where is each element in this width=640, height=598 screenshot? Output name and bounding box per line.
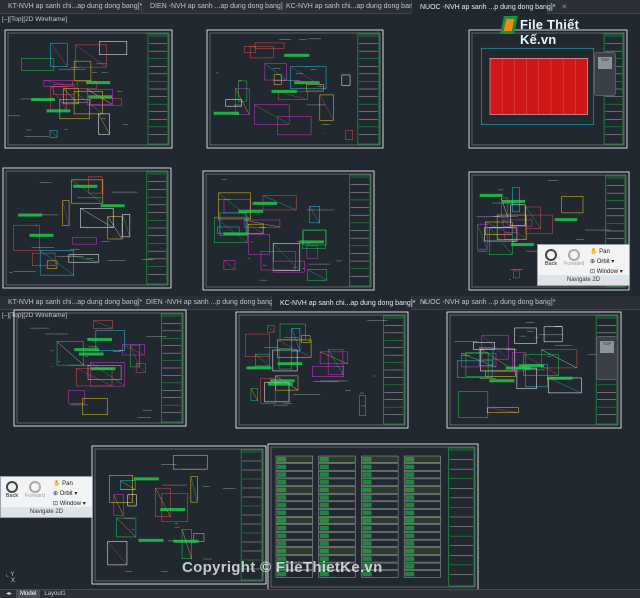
viewcube-face: TOP (598, 57, 612, 69)
layout-tab-model[interactable]: Model (16, 590, 41, 598)
drawing-canvas[interactable] (0, 296, 640, 598)
logo-text: File Thiết Kế.vn (520, 17, 580, 47)
orbit-icon: ⊕ (590, 259, 597, 265)
forward-icon (29, 481, 41, 493)
forward-label: Forward (24, 493, 46, 499)
viewcube-icon[interactable]: TOP (596, 336, 618, 380)
window-zoom-button[interactable]: ⊡ Window ▾ (53, 500, 86, 507)
orbit-label: Orbit (59, 491, 73, 497)
navigate-2d-panel: Back Forward ✋ Pan ⊕ Orbit ▾ ⊡ Window ▾ … (0, 476, 93, 518)
drawing-sheet[interactable] (446, 311, 622, 429)
orbit-label: Orbit (596, 259, 610, 265)
ucs-icon: ⌞ Y X (6, 572, 16, 584)
viewcube-face: TOP (600, 341, 614, 353)
orbit-button[interactable]: ⊕ Orbit ▾ (53, 490, 77, 497)
navigate-2d-caption: Navigate 2D (538, 275, 629, 285)
window-zoom-button[interactable]: ⊡ Window ▾ (590, 268, 623, 275)
orbit-icon: ⊕ (53, 491, 60, 497)
navigate-2d-panel: Back Forward ✋ Pan ⊕ Orbit ▾ ⊡ Window ▾ … (537, 244, 630, 286)
layout-tab-layout1[interactable]: Layout1 (40, 590, 69, 598)
viewcube-icon[interactable]: TOP (594, 52, 616, 96)
copyright-watermark: Copyright © FileThietKe.vn (182, 559, 383, 576)
cad-window-top: KT-NVH ap sanh chi...ap dung dong bang]*… (0, 0, 640, 296)
drawing-sheet[interactable] (206, 29, 384, 149)
back-label: Back (544, 261, 558, 267)
pan-icon: ✋ (590, 249, 600, 255)
nav-arrows-icon[interactable]: ◂▸ (2, 590, 16, 598)
drawing-sheet[interactable] (202, 170, 375, 291)
pan-label: Pan (62, 481, 73, 487)
forward-label: Forward (563, 261, 585, 267)
pan-label: Pan (599, 249, 610, 255)
forward-button[interactable]: Forward (23, 481, 47, 499)
back-label: Back (5, 493, 19, 499)
orbit-button[interactable]: ⊕ Orbit ▾ (590, 258, 614, 265)
drawing-sheet[interactable] (4, 29, 173, 149)
pan-icon: ✋ (53, 481, 63, 487)
navigate-2d-caption: Navigate 2D (1, 507, 92, 517)
drawing-sheet[interactable] (235, 311, 409, 429)
pan-button[interactable]: ✋ Pan (53, 480, 73, 487)
forward-icon (568, 249, 580, 261)
site-logo: File Thiết Kế.vn (500, 14, 612, 47)
cad-window-bottom: KT-NVH ap sanh chi...ap dung dong bang]*… (0, 296, 640, 598)
pan-button[interactable]: ✋ Pan (590, 248, 610, 255)
back-icon (6, 481, 18, 493)
back-icon (545, 249, 557, 261)
drawing-sheet[interactable] (13, 309, 187, 427)
layout-tab-bar: ◂▸ Model Layout1 (0, 589, 640, 598)
drawing-sheet[interactable] (2, 167, 172, 289)
back-button[interactable]: Back (542, 249, 560, 267)
forward-button[interactable]: Forward (562, 249, 586, 267)
back-button[interactable]: Back (3, 481, 21, 499)
